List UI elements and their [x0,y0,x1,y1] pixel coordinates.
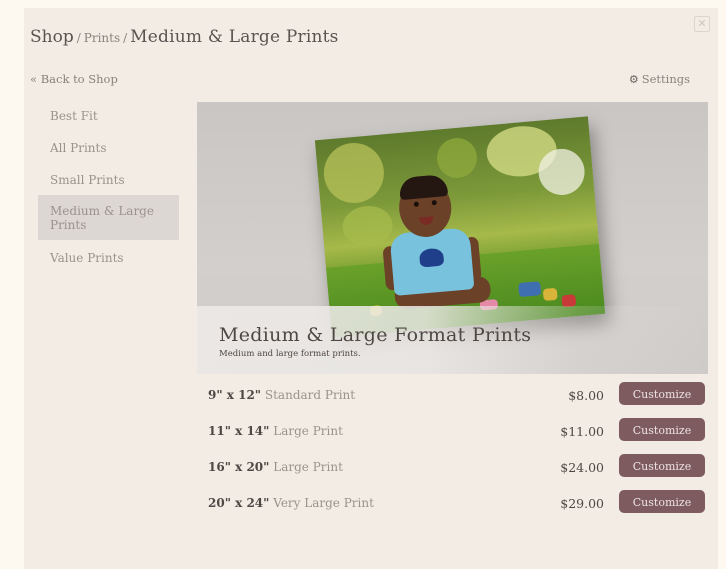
customize-button[interactable]: Customize [619,382,705,405]
sidebar-item-medium-large-prints[interactable]: Medium & Large Prints [38,195,179,240]
breadcrumb-shop[interactable]: Shop [30,27,74,47]
product-name: 11" x 14" Large Print [208,424,343,438]
customize-button[interactable]: Customize [619,418,705,441]
hero-title: Medium & Large Format Prints [219,324,532,346]
breadcrumb: Shop / Prints / Medium & Large Prints [30,27,339,51]
back-to-shop-link[interactable]: « Back to Shop [30,72,118,86]
product-row: 16" x 20" Large Print $24.00 Customize [197,454,708,480]
settings-label: Settings [641,72,690,86]
close-icon[interactable]: ✕ [694,16,710,32]
shop-modal: ✕ Shop / Prints / Medium & Large Prints … [24,8,718,569]
category-hero-banner: Medium & Large Format Prints Medium and … [197,102,708,374]
back-to-shop-label: « Back to Shop [30,72,118,86]
sidebar-item-small-prints[interactable]: Small Prints [38,173,137,187]
customize-button[interactable]: Customize [619,454,705,477]
breadcrumb-separator: / [76,31,81,45]
product-price: $24.00 [560,460,604,475]
product-price: $8.00 [568,388,604,403]
product-row: 11" x 14" Large Print $11.00 Customize [197,418,708,444]
sidebar-item-all-prints[interactable]: All Prints [38,141,119,155]
product-row: 9" x 12" Standard Print $8.00 Customize [197,382,708,408]
breadcrumb-current: Medium & Large Prints [130,27,339,47]
sidebar-item-best-fit[interactable]: Best Fit [38,109,110,123]
settings-link[interactable]: ⚙ Settings [629,72,690,86]
sample-print-photo [314,116,606,338]
gear-icon: ⚙ [628,72,639,86]
product-name: 20" x 24" Very Large Print [208,496,374,510]
product-name: 16" x 20" Large Print [208,460,343,474]
sidebar-item-value-prints[interactable]: Value Prints [38,251,136,265]
breadcrumb-prints[interactable]: Prints [84,31,120,45]
product-row: 20" x 24" Very Large Print $29.00 Custom… [197,490,708,516]
breadcrumb-separator: / [123,31,128,45]
product-price: $11.00 [560,424,604,439]
hero-subtitle: Medium and large format prints. [219,349,361,359]
product-price: $29.00 [560,496,604,511]
customize-button[interactable]: Customize [619,490,705,513]
product-name: 9" x 12" Standard Print [208,388,356,402]
